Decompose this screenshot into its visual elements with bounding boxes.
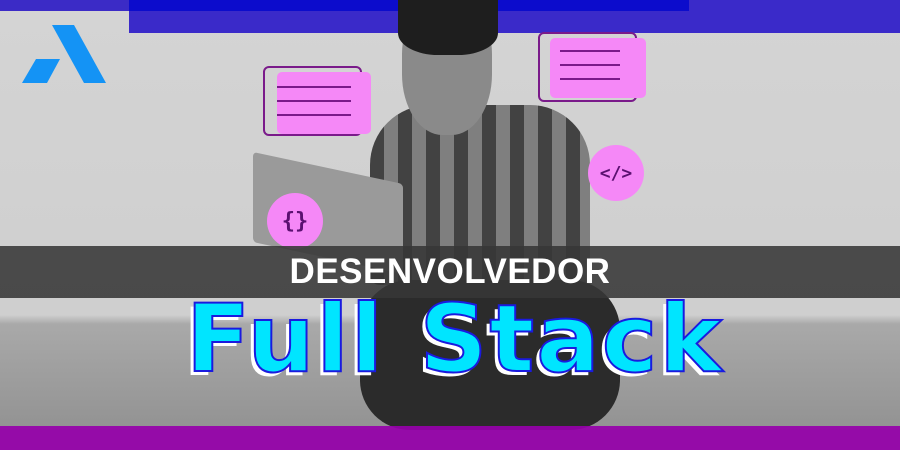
headline: Full Stack Full Stack (0, 285, 900, 394)
hair (398, 0, 498, 55)
document-card-icon (263, 66, 371, 136)
headline-text: Full Stack (185, 285, 724, 394)
top-bar-right (689, 0, 900, 11)
brand-logo-icon (22, 25, 106, 83)
code-tag-icon: </> (588, 145, 644, 201)
bottom-bar (0, 426, 900, 450)
curly-braces-icon: {} (267, 193, 323, 249)
document-card-icon (538, 32, 646, 102)
top-bar-left (0, 0, 129, 11)
